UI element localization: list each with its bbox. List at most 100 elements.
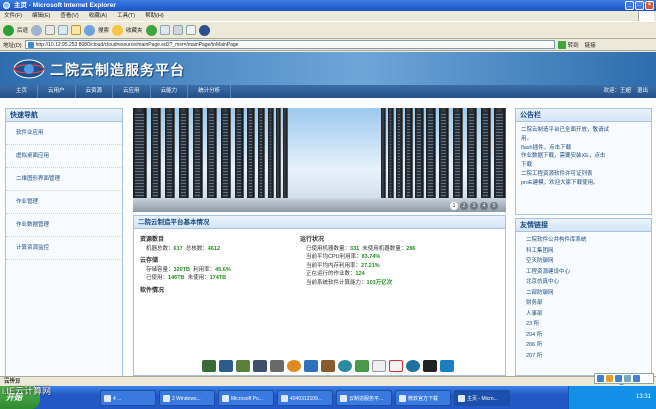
notice-link[interactable]: proE建模，欢迎大家下载使用。 [516,179,651,188]
storage-heading: 云存储 [140,258,159,264]
favorites-label[interactable]: 收藏夹 [126,26,143,34]
address-label: 地址(D) [3,42,22,49]
ime-toolbar[interactable] [594,373,654,384]
running-stats: 运行状况 已使用机器数量：331 未使用机器数量：286 当前平均CPU利用率：… [300,234,500,287]
banner-page-3[interactable]: 3 [470,202,478,210]
software-icon[interactable] [236,360,250,372]
software-icon[interactable] [440,360,454,372]
sidebar-item-job-data[interactable]: 作业数据管理 [6,214,122,237]
window-controls: _ □ × [625,1,654,10]
friend-link[interactable]: 工程资源建设中心 [516,267,651,278]
nav-cloud-capability[interactable]: 云能力 [151,85,189,98]
taskbar-task-active[interactable]: 主页 - Micro... [454,389,510,406]
friend-link[interactable]: 206 所 [516,340,651,351]
forward-arrow-icon[interactable] [31,24,43,36]
software-icon[interactable] [304,360,318,372]
minimize-button[interactable]: _ [625,1,634,10]
software-icon[interactable] [219,360,233,372]
edit-icon[interactable] [185,25,196,35]
stat-row: 正在运行的作业数：124 [306,271,365,277]
messenger-icon[interactable] [198,24,210,36]
software-icon[interactable] [253,360,267,372]
friend-link[interactable]: 财务部 [516,298,651,309]
software-icon[interactable] [202,360,216,372]
system-tray: 13:31 [568,386,656,409]
refresh-icon[interactable] [58,25,69,35]
welcome-user: 欢迎：王超 [603,88,631,94]
software-icon[interactable] [270,360,284,372]
sidebar-item-job-management[interactable]: 作业管理 [6,191,122,214]
notice-link[interactable]: 作业数据下载，需要安装XE，点击 [516,152,651,161]
sidebar-item-2d-gui[interactable]: 二维图形界面管理 [6,168,122,191]
friend-link[interactable]: 23 所 [516,319,651,330]
mail-icon[interactable] [159,25,170,35]
nav-cloud-resources[interactable]: 云资源 [76,85,114,98]
nav-cloud-apps[interactable]: 云应用 [113,85,151,98]
menu-file[interactable]: 文件(F) [4,11,22,21]
links-label[interactable]: 链接 [585,41,596,49]
taskbar-task[interactable]: Microsoft Po... [218,389,274,406]
browser-toolbar: 后退 搜索 收藏夹 [0,21,656,39]
friend-link[interactable]: 二部防御网 [516,288,651,299]
running-heading: 运行状况 [300,237,325,243]
menu-favorites[interactable]: 收藏(A) [89,11,107,21]
friend-link[interactable]: 北京仿真中心 [516,277,651,288]
nav-cloud-users[interactable]: 云用户 [38,85,76,98]
notice-link[interactable]: flash插件，点击下载 [516,144,651,153]
friend-links-panel: 友情链接 二院软件公共构件库系统 科工集团网 空天防御网 工程资源建设中心 北京… [515,218,652,376]
menu-edit[interactable]: 编辑(E) [32,11,50,21]
banner-page-4[interactable]: 4 [480,202,488,210]
back-arrow-icon[interactable] [3,24,14,36]
friend-link[interactable]: 科工集团网 [516,246,651,257]
software-icon[interactable] [287,360,301,372]
stat-row: 当前平均内存利用率：27.21% [306,262,380,269]
taskbar-task[interactable]: 2 Windows... [159,389,215,406]
nav-home[interactable]: 主页 [6,85,39,98]
window-titlebar: 主页 - Microsoft Internet Explorer _ □ × [0,0,656,11]
software-icon[interactable] [355,360,369,372]
software-icon[interactable] [406,360,420,372]
software-icon[interactable] [372,360,386,372]
search-label[interactable]: 搜索 [98,26,109,34]
taskbar: 开始 4 ... 2 Windows... Microsoft Po... 40… [0,386,656,409]
taskbar-task[interactable]: 云制造服务平... [336,389,392,406]
sidebar-item-software-apps[interactable]: 软件业应用 [6,122,122,145]
friend-link[interactable]: 空天防御网 [516,256,651,267]
friend-link[interactable]: 二院软件公共构件库系统 [516,235,651,246]
taskbar-task[interactable]: 微软官方下载 [395,389,451,406]
home-icon[interactable] [71,25,82,35]
back-label[interactable]: 后退 [17,26,28,34]
sidebar-item-resource-monitor[interactable]: 计算资源监控 [6,237,122,260]
friend-link[interactable]: 207 所 [516,351,651,362]
software-icon[interactable] [338,360,352,372]
menu-view[interactable]: 查看(V) [60,11,78,21]
friend-link[interactable]: 人事部 [516,309,651,320]
menu-help[interactable]: 帮助(H) [145,11,164,21]
software-icon[interactable] [321,360,335,372]
nav-statistics[interactable]: 统计分析 [188,85,232,98]
main-nav: 主页 云用户 云资源 云应用 云能力 统计分析 [0,85,656,98]
banner-page-5[interactable]: 5 [490,202,498,210]
menu-tools[interactable]: 工具(T) [117,11,135,21]
history-icon[interactable] [145,24,157,36]
maximize-button[interactable]: □ [635,1,644,10]
notice-line: 二院云制造平台已全面开放，敬请试 [521,127,610,133]
friend-link[interactable]: 204 所 [516,330,651,341]
stop-icon[interactable] [45,25,56,35]
software-icon[interactable] [423,360,437,372]
banner-page-1[interactable]: 1 [450,202,458,210]
notice-link[interactable]: 二院工程资源软件许可证列表 [516,170,651,179]
banner-page-2[interactable]: 2 [460,202,468,210]
print-icon[interactable] [172,25,183,35]
stat-row: 已使用：146TB 未使用：174TB [146,275,227,281]
taskbar-task[interactable]: 4 ... [100,389,156,406]
logout-link[interactable]: 退出 [637,85,648,98]
close-button[interactable]: × [645,1,654,10]
favorites-star-icon[interactable] [112,24,124,36]
search-icon[interactable] [84,24,96,36]
address-input[interactable]: http://10.12.95.253:8080/cloud/cloudreso… [24,40,555,49]
taskbar-task[interactable]: 4040313109... [277,389,333,406]
sidebar-item-virtual-desktop[interactable]: 虚拟桌面应用 [6,145,122,168]
go-button[interactable]: 转到 [557,40,579,49]
software-icon[interactable] [389,360,403,372]
